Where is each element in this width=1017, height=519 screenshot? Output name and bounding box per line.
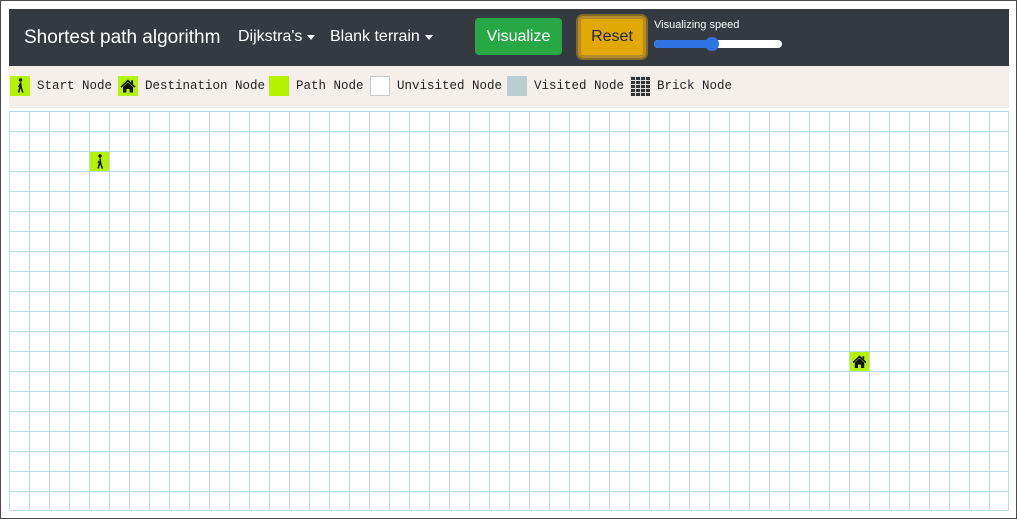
grid-canvas[interactable] [9, 111, 1009, 511]
visited-swatch [507, 76, 527, 96]
pathfinding-grid[interactable] [9, 111, 1009, 511]
legend-brick-node: Brick Node [630, 76, 732, 96]
visualize-button[interactable]: Visualize [475, 18, 562, 55]
legend-bar: Start Node Destination Node Path Node Un… [9, 66, 1009, 108]
caret-down-icon [307, 34, 316, 40]
legend-label: Path Node [296, 79, 364, 93]
navbar: Shortest path algorithm Dijkstra's Blank… [9, 9, 1009, 66]
legend-visited-node: Visited Node [507, 76, 624, 96]
speed-label: Visualizing speed [654, 19, 740, 31]
app-window: Shortest path algorithm Dijkstra's Blank… [0, 0, 1017, 519]
path-swatch [269, 76, 289, 96]
legend-start-node: Start Node [10, 76, 112, 96]
legend-unvisited-node: Unvisited Node [370, 76, 502, 96]
caret-down-icon [424, 34, 433, 40]
legend-label: Start Node [37, 79, 113, 93]
walking-person-icon [10, 76, 30, 96]
legend-label: Destination Node [145, 79, 266, 93]
destination-node[interactable] [850, 352, 869, 371]
legend-path-node: Path Node [269, 76, 364, 96]
terrain-dropdown[interactable]: Blank terrain [330, 28, 433, 46]
legend-label: Brick Node [657, 79, 733, 93]
brick-swatch [630, 76, 650, 96]
unvisited-swatch [370, 76, 390, 96]
start-node[interactable] [90, 152, 109, 171]
reset-button[interactable]: Reset [578, 16, 646, 58]
walking-person-icon [98, 154, 102, 158]
app-title: Shortest path algorithm [24, 27, 221, 48]
legend-destination-node: Destination Node [118, 76, 265, 96]
terrain-dropdown-label: Blank terrain [330, 28, 420, 45]
legend-label: Visited Node [534, 79, 625, 93]
slider-fill [654, 40, 713, 48]
speed-slider[interactable] [654, 37, 782, 51]
algorithm-dropdown-label: Dijkstra's [238, 28, 303, 45]
slider-thumb[interactable] [705, 37, 720, 51]
algorithm-dropdown[interactable]: Dijkstra's [238, 28, 316, 46]
house-icon [118, 76, 138, 96]
legend-label: Unvisited Node [397, 79, 503, 93]
